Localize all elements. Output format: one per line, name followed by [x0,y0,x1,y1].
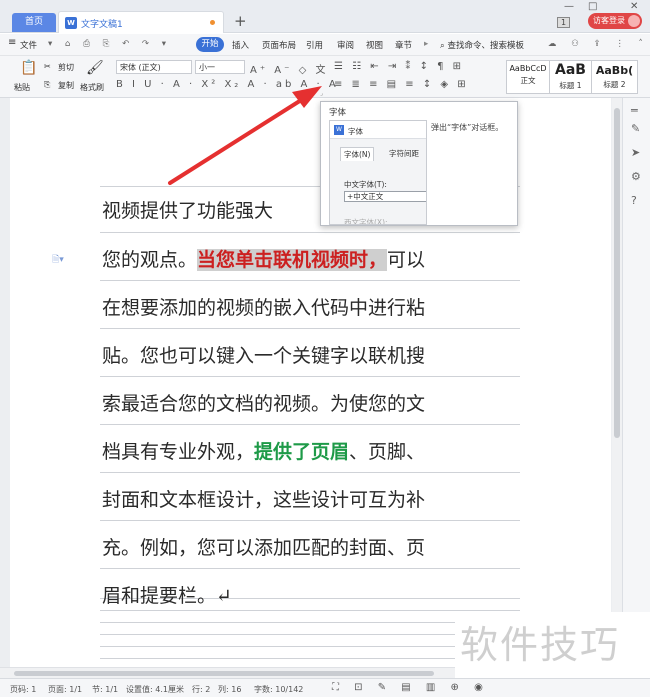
watermark: 软件技巧 [455,612,650,678]
annotation-arrow-icon [168,86,322,185]
